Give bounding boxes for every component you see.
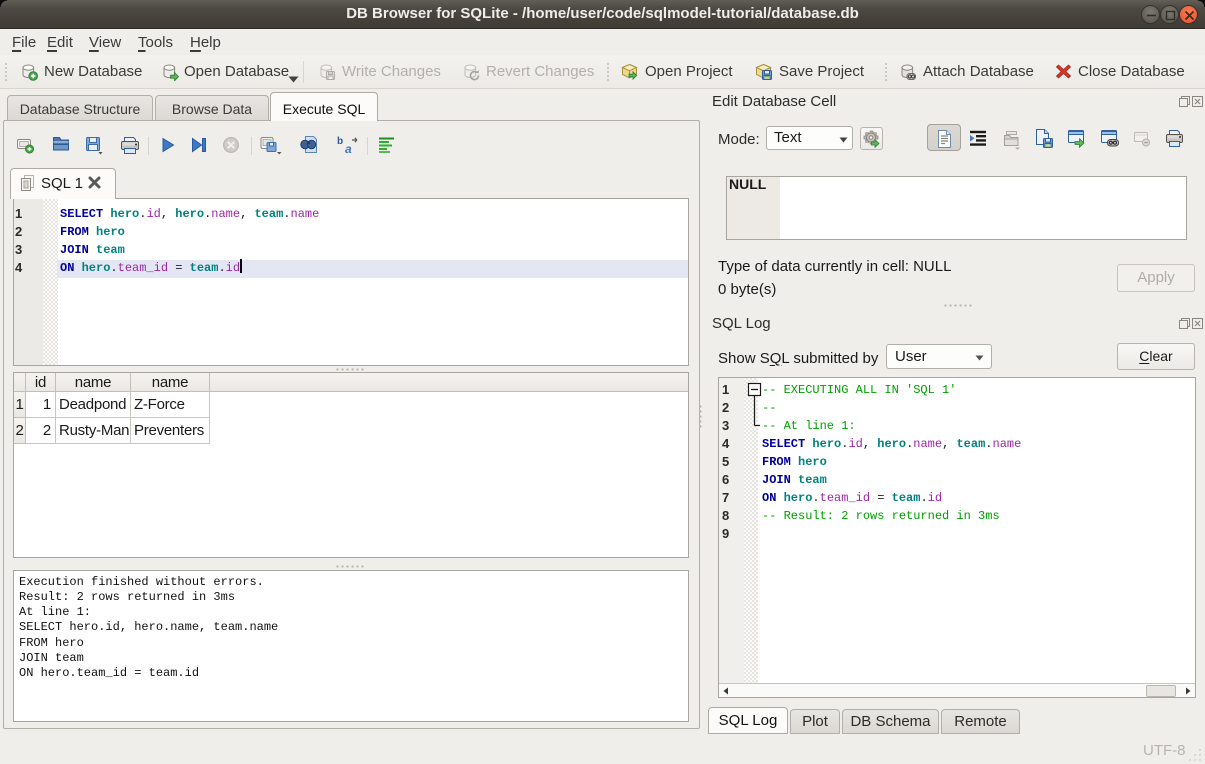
- svg-text:b: b: [337, 136, 343, 147]
- svg-text:a: a: [345, 142, 352, 155]
